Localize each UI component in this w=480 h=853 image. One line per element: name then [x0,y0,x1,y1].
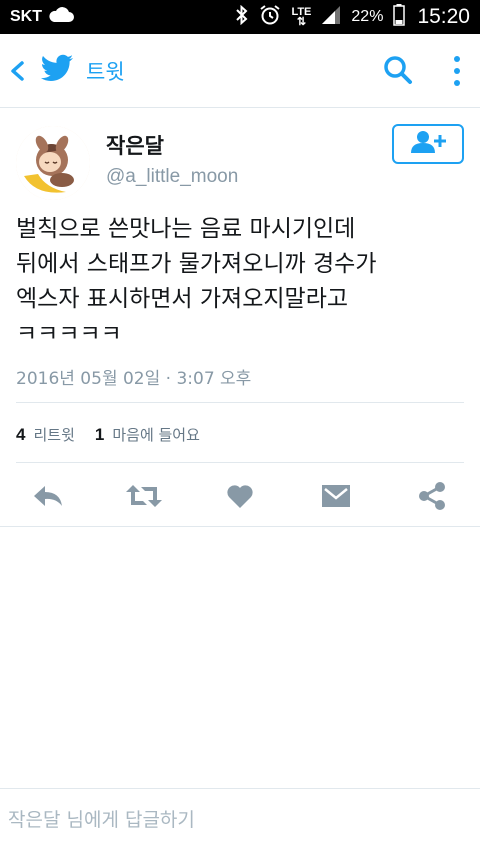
reply-bar [0,788,480,853]
clock-time: 15:20 [417,5,470,28]
tweet-timestamp[interactable]: 2016년 05월 02일 · 3:07 오후 [16,364,251,389]
page-title: 트윗 [86,60,125,84]
bluetooth-icon [235,4,249,30]
tweet-text: 벌칙으로 쓴맛나는 음료 마시기인데 뒤에서 스태프가 물가져오니까 경수가 엑… [16,216,377,347]
author-name[interactable]: 작은달 [106,130,164,160]
status-bar: SKT LTE ⇅ 22% 15:20 [0,0,480,34]
carrier-label: SKT [10,8,42,25]
follow-button[interactable] [392,124,464,164]
back-icon[interactable] [8,60,28,82]
search-icon[interactable] [382,54,414,86]
tweet-actions [0,476,480,516]
twitter-bird-icon [40,54,74,84]
divider [0,526,480,527]
cloud-icon [48,6,74,28]
signal-icon [321,5,341,30]
alarm-icon [259,4,281,31]
reply-input[interactable] [8,799,472,841]
divider [16,462,464,463]
retweet-icon[interactable] [124,476,164,516]
divider [16,402,464,403]
battery-percent: 22% [351,8,384,25]
heart-icon[interactable] [220,476,260,516]
share-icon[interactable] [412,476,452,516]
like-count[interactable]: 1 [95,425,104,445]
app-bar: 트윗 [0,34,480,108]
author-handle[interactable]: @a_little_moon [106,166,238,188]
add-user-icon [408,129,448,159]
reply-icon[interactable] [28,476,68,516]
network-type: LTE ⇅ [291,6,312,28]
like-label[interactable]: 마음에 들어요 [112,424,200,445]
retweet-count[interactable]: 4 [16,425,25,445]
retweet-label[interactable]: 리트윗 [33,424,74,445]
avatar[interactable] [16,126,90,200]
battery-icon [393,3,406,31]
more-icon[interactable] [450,54,464,88]
tweet-stats: 4 리트윗 1 마음에 들어요 [16,424,200,445]
message-icon[interactable] [316,476,356,516]
